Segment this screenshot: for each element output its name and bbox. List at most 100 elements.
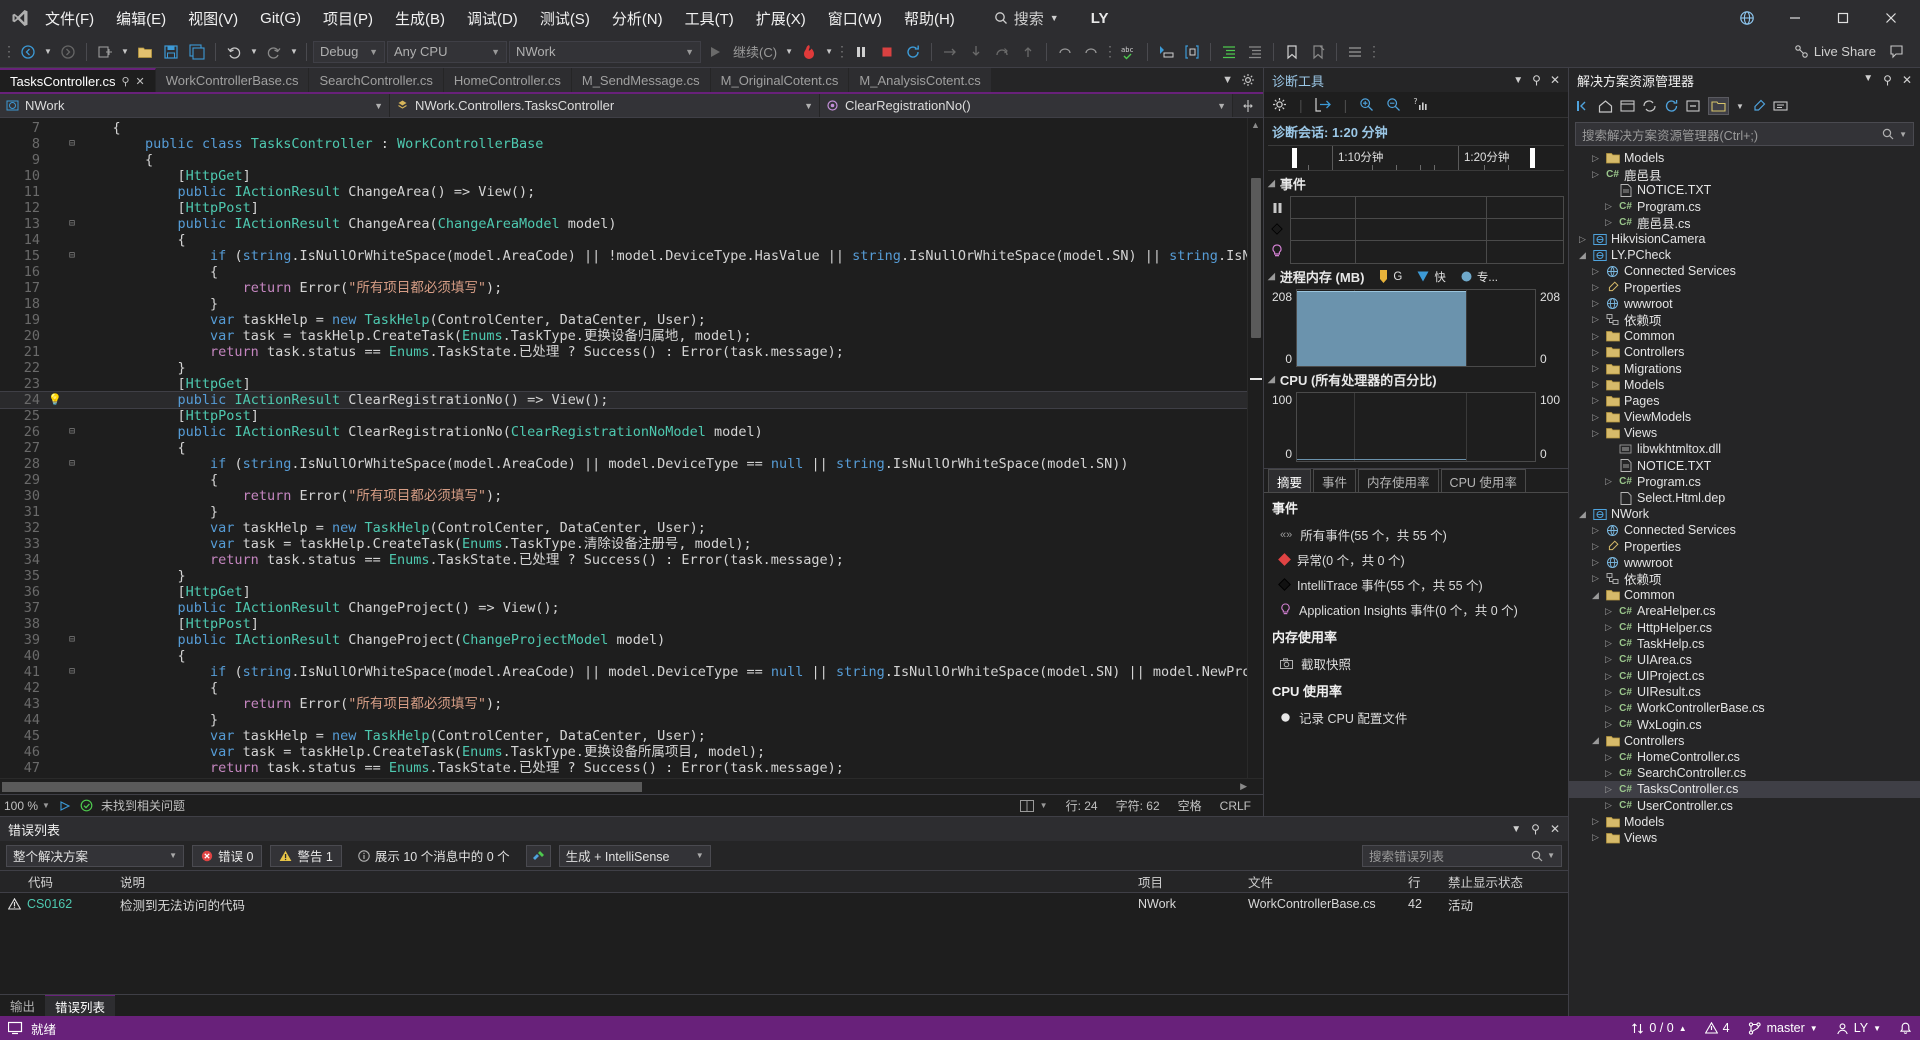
code-line[interactable]: 22 } <box>0 360 1247 376</box>
toolbar-overflow-3-icon[interactable]: ⋮ <box>1103 40 1117 64</box>
hscrollbar-thumb[interactable] <box>2 782 642 792</box>
expander-closed-icon[interactable]: ▷ <box>1603 654 1614 665</box>
step-out-icon[interactable] <box>1016 40 1040 64</box>
code-line[interactable]: 20 var task = taskHelp.CreateTask(Enums.… <box>0 328 1247 344</box>
scrollbar-thumb[interactable] <box>1251 178 1261 338</box>
code-line[interactable]: 16 { <box>0 264 1247 280</box>
tree-item-[interactable]: ▷ C# 鹿邑县 <box>1569 166 1920 183</box>
tree-item-program-cs[interactable]: ▷ C# Program.cs <box>1569 474 1920 490</box>
code-line[interactable]: 33 var task = taskHelp.CreateTask(Enums.… <box>0 536 1247 552</box>
diagnostic-cpu-section-header[interactable]: ◢ CPU (所有处理器的百分比) <box>1264 367 1568 392</box>
summary-exceptions[interactable]: 异常(0 个，共 0 个) <box>1264 547 1568 572</box>
code-line[interactable]: 15 ⊟ if (string.IsNullOrWhiteSpace(model.… <box>0 248 1247 264</box>
close-icon[interactable]: ✕ <box>1550 822 1560 836</box>
pending-changes-icon[interactable] <box>1620 99 1635 113</box>
code-line[interactable]: 43 return Error("所有项目都必须填写"); <box>0 696 1247 712</box>
expander-closed-icon[interactable]: ▷ <box>1603 784 1614 795</box>
continue-play-icon[interactable] <box>703 40 727 64</box>
refresh-icon[interactable] <box>1664 99 1679 113</box>
expander-closed-icon[interactable]: ▷ <box>1603 606 1614 617</box>
tree-item-models[interactable]: ▷ Models <box>1569 150 1920 166</box>
expander-closed-icon[interactable]: ▷ <box>1590 314 1601 325</box>
expander-closed-icon[interactable]: ▷ <box>1590 282 1601 293</box>
tree-item-connected-services[interactable]: ▷ Connected Services <box>1569 263 1920 279</box>
menu-debug[interactable]: 调试(D) <box>456 4 529 33</box>
code-line[interactable]: 40 { <box>0 648 1247 664</box>
step-over-icon[interactable] <box>938 40 962 64</box>
notifications[interactable] <box>1899 1022 1912 1035</box>
tree-item-views[interactable]: ▷ Views <box>1569 425 1920 441</box>
code-line[interactable]: 23 [HttpGet] <box>0 376 1247 392</box>
tree-item-ly-pcheck[interactable]: ◢ LY.PCheck <box>1569 247 1920 263</box>
code-line[interactable]: 10 [HttpGet] <box>0 168 1247 184</box>
collapse-all-icon[interactable] <box>1686 99 1701 113</box>
menu-tools[interactable]: 工具(T) <box>674 4 745 33</box>
diag-tab-events[interactable]: 事件 <box>1313 469 1357 492</box>
fold-toggle-icon[interactable]: ⊟ <box>64 456 80 472</box>
cpu-usage-chart[interactable] <box>1296 392 1536 462</box>
menu-edit[interactable]: 编辑(E) <box>105 4 177 33</box>
column-header-file[interactable]: 文件 <box>1248 872 1408 891</box>
properties-icon[interactable] <box>1751 99 1766 113</box>
code-line[interactable]: 46 var task = taskHelp.CreateTask(Enums.… <box>0 744 1247 760</box>
solution-explorer-tree[interactable]: ▷ Models ▷ C# 鹿邑县 NOTICE.TXT ▷ C# Program.cs ▷ C# 鹿… <box>1569 148 1920 1016</box>
pin-icon[interactable]: ⚲ <box>1883 73 1892 87</box>
back-icon[interactable] <box>1576 99 1591 113</box>
maximize-icon[interactable] <box>1820 1 1866 35</box>
tree-item-program-cs[interactable]: ▷ C# Program.cs <box>1569 199 1920 215</box>
code-line[interactable]: 9 { <box>0 152 1247 168</box>
tree-item-taskhelp-cs[interactable]: ▷ C# TaskHelp.cs <box>1569 636 1920 652</box>
tab-list-dropdown-icon[interactable]: ▼ <box>1222 74 1233 86</box>
diag-tab-memory[interactable]: 内存使用率 <box>1358 469 1439 492</box>
type-dropdown[interactable]: NWork.Controllers.TasksController ▼ <box>390 94 820 117</box>
expander-closed-icon[interactable]: ▷ <box>1590 412 1601 423</box>
tree-item-common[interactable]: ◢ Common <box>1569 587 1920 603</box>
row-code[interactable]: CS0162 <box>27 897 72 911</box>
code-line[interactable]: 41 ⊟ if (string.IsNullOrWhiteSpace(model.… <box>0 664 1247 680</box>
code-line[interactable]: 38 [HttpPost] <box>0 616 1247 632</box>
tree-item-cs[interactable]: ▷ C# 鹿邑县.cs <box>1569 215 1920 231</box>
comment-selection-icon[interactable] <box>1154 40 1178 64</box>
diag-tab-cpu[interactable]: CPU 使用率 <box>1440 469 1526 492</box>
menu-test[interactable]: 测试(S) <box>529 4 601 33</box>
tab-workcontrollerbase[interactable]: WorkControllerBase.cs <box>155 68 310 92</box>
expander-closed-icon[interactable]: ▷ <box>1603 622 1614 633</box>
tab-m-originalcotent[interactable]: M_OriginalCotent.cs <box>710 68 850 92</box>
column-header-project[interactable]: 项目 <box>1138 872 1248 891</box>
expander-closed-icon[interactable]: ▷ <box>1590 395 1601 406</box>
tree-item-wwwroot[interactable]: ▷ wwwroot <box>1569 555 1920 571</box>
decrease-indent-icon[interactable] <box>1243 40 1267 64</box>
chevron-down-icon[interactable]: ▼ <box>1547 851 1555 860</box>
bottom-tab-output[interactable]: 输出 <box>0 995 45 1016</box>
diag-tab-summary[interactable]: 摘要 <box>1268 469 1312 492</box>
code-line[interactable]: 44 } <box>0 712 1247 728</box>
save-all-icon[interactable] <box>185 40 209 64</box>
tab-searchcontroller[interactable]: SearchController.cs <box>309 68 444 92</box>
tab-homecontroller[interactable]: HomeController.cs <box>443 68 572 92</box>
warnings-filter-button[interactable]: 警告 1 <box>270 844 342 867</box>
tab-m-sendmessage[interactable]: M_SendMessage.cs <box>571 68 711 92</box>
home-icon[interactable] <box>1598 99 1613 113</box>
expander-closed-icon[interactable]: ▷ <box>1603 638 1614 649</box>
expander-closed-icon[interactable]: ▷ <box>1577 234 1588 245</box>
tree-item-nwork[interactable]: ◢ NWork <box>1569 506 1920 522</box>
globe-icon[interactable] <box>1724 1 1770 35</box>
menu-extensions[interactable]: 扩展(X) <box>745 4 817 33</box>
undo-dropdown-icon[interactable]: ▼ <box>248 40 260 64</box>
close-icon[interactable] <box>1868 1 1914 35</box>
tree-item-wxlogin-cs[interactable]: ▷ C# WxLogin.cs <box>1569 717 1920 733</box>
code-line[interactable]: 13 ⊟ public IActionResult ChangeArea(Chan… <box>0 216 1247 232</box>
gear-icon[interactable] <box>1241 73 1255 87</box>
undo-2-icon[interactable] <box>1053 40 1077 64</box>
menu-help[interactable]: 帮助(H) <box>893 4 966 33</box>
configuration-combo[interactable]: Debug ▼ <box>313 40 385 63</box>
tree-item-httphelper-cs[interactable]: ▷ C# HttpHelper.cs <box>1569 619 1920 635</box>
expander-closed-icon[interactable]: ▷ <box>1603 217 1614 228</box>
project-dropdown[interactable]: NWork ▼ <box>0 94 390 117</box>
tree-item-models[interactable]: ▷ Models <box>1569 814 1920 830</box>
zoom-in-icon[interactable] <box>1359 97 1374 112</box>
tree-item-migrations[interactable]: ▷ Migrations <box>1569 360 1920 376</box>
expander-closed-icon[interactable]: ▷ <box>1590 266 1601 277</box>
expander-closed-icon[interactable]: ▷ <box>1603 768 1614 779</box>
toolbar-overflow-4-icon[interactable]: ⋮ <box>1367 40 1381 64</box>
